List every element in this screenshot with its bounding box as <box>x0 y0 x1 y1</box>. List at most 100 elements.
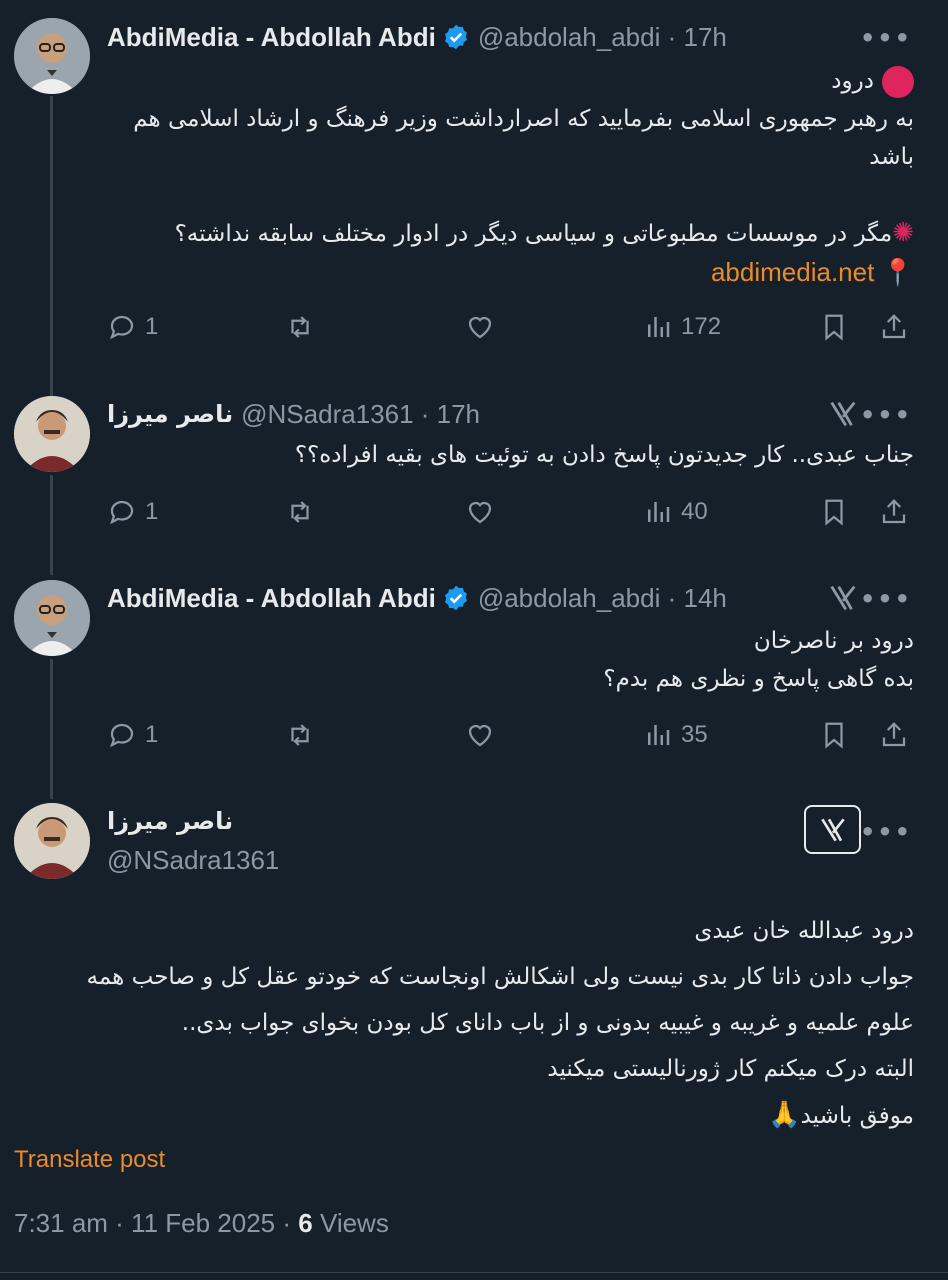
tweet-text: درود عبدالله خان عبدی جواب دادن ذاتا کار… <box>14 908 914 1139</box>
anger-emoji: ✺ <box>892 218 914 248</box>
red-circle-emoji <box>882 65 914 98</box>
thread-line <box>50 659 53 799</box>
views-count[interactable]: 6 <box>298 1208 312 1238</box>
handle[interactable]: @NSadra1361 <box>107 842 279 878</box>
tweet-text: جناب عبدی.. کار جدیدتون پاسخ دادن به توئ… <box>107 436 914 474</box>
text-line: بده گاهی پاسخ و نظری هم بدم؟ <box>603 666 914 692</box>
avatar[interactable] <box>14 396 90 472</box>
pin-emoji: 📍 <box>881 258 914 288</box>
website-link[interactable]: abdimedia.net <box>711 257 874 287</box>
handle-and-time[interactable]: @abdolah_abdi · 17h <box>478 22 727 53</box>
reply-button[interactable]: 1 <box>107 720 158 750</box>
bookmark-button[interactable] <box>819 312 849 342</box>
heart-icon <box>468 724 492 747</box>
views-chart-icon <box>648 317 670 337</box>
grok-icon[interactable] <box>826 581 860 615</box>
retweet-button[interactable] <box>285 720 315 750</box>
handle-and-time[interactable]: @abdolah_abdi · 14h <box>478 583 727 614</box>
text-line: درود <box>107 62 914 100</box>
text-line: ✺مگر در موسسات مطبوعاتی و سیاسی دیگر در … <box>174 218 914 248</box>
reply-button[interactable]: 1 <box>107 497 158 527</box>
text-line: موفق باشید🙏 <box>768 1100 914 1130</box>
display-name[interactable]: AbdiMedia - Abdollah Abdi <box>107 22 436 53</box>
heart-icon <box>468 501 492 524</box>
tweet-actions: 1 172 <box>107 312 914 352</box>
text-line: 📍 abdimedia.net <box>107 253 914 293</box>
more-options-icon[interactable]: ••• <box>860 818 912 846</box>
views-button[interactable]: 40 <box>643 497 708 527</box>
display-name[interactable]: ناصر میرزا <box>107 400 233 428</box>
verified-badge-icon <box>444 585 467 611</box>
tweet-text: درود به رهبر جمهوری اسلامی بفرمایید که ا… <box>107 62 914 293</box>
text-line: درود عبدالله خان عبدی <box>694 918 914 944</box>
folded-hands-emoji: 🙏 <box>768 1100 801 1130</box>
share-button[interactable] <box>879 720 909 750</box>
avatar[interactable] <box>14 580 90 656</box>
text-line: درود بر ناصرخان <box>753 628 914 654</box>
views-label: Views <box>312 1208 389 1238</box>
share-button[interactable] <box>879 312 909 342</box>
tweet-header: ناصر میرزا @NSadra1361 · 17h <box>107 394 480 434</box>
avatar[interactable] <box>14 18 90 94</box>
thread-line <box>50 475 53 575</box>
share-icon <box>882 722 906 747</box>
more-options-icon[interactable]: ••• <box>860 585 912 613</box>
tweet-header: AbdiMedia - Abdollah Abdi @abdolah_abdi … <box>107 578 727 618</box>
views-button[interactable]: 172 <box>643 312 721 342</box>
share-icon <box>882 314 906 339</box>
tweet-text: درود بر ناصرخان بده گاهی پاسخ و نظری هم … <box>107 622 914 698</box>
grok-button[interactable] <box>804 805 861 854</box>
bookmark-button[interactable] <box>819 720 849 750</box>
reply-icon <box>110 723 134 748</box>
thread-line <box>50 96 53 396</box>
text-line: جواب دادن ذاتا کار بدی نیست ولی اشکالش ا… <box>86 964 914 990</box>
views-chart-icon <box>648 725 670 745</box>
display-name[interactable]: ناصر میرزا <box>107 804 233 838</box>
like-button[interactable] <box>465 720 495 750</box>
display-name[interactable]: AbdiMedia - Abdollah Abdi <box>107 583 436 614</box>
reply-count: 1 <box>145 498 159 525</box>
tweet-header: AbdiMedia - Abdollah Abdi @abdolah_abdi … <box>107 17 727 57</box>
more-options-icon[interactable]: ••• <box>860 401 912 429</box>
views-count: 40 <box>681 498 708 525</box>
grok-icon[interactable] <box>826 397 860 431</box>
grok-icon <box>820 818 845 841</box>
timestamp[interactable]: 7:31 am · 11 Feb 2025 · <box>14 1208 298 1238</box>
share-icon <box>882 499 906 524</box>
bookmark-icon <box>825 499 843 526</box>
handle-and-time[interactable]: @NSadra1361 · 17h <box>241 399 480 430</box>
reply-icon <box>110 500 134 525</box>
reply-button[interactable]: 1 <box>107 312 158 342</box>
tweet-actions: 1 35 <box>107 720 914 760</box>
reply-icon <box>110 315 134 340</box>
divider <box>0 1272 948 1273</box>
views-count: 172 <box>681 313 722 340</box>
retweet-button[interactable] <box>285 497 315 527</box>
text-line <box>107 176 914 214</box>
views-count: 35 <box>681 721 708 748</box>
retweet-button[interactable] <box>285 312 315 342</box>
retweet-icon <box>291 316 309 338</box>
bookmark-icon <box>825 314 843 341</box>
bookmark-button[interactable] <box>819 497 849 527</box>
like-button[interactable] <box>465 497 495 527</box>
text-line: جناب عبدی.. کار جدیدتون پاسخ دادن به توئ… <box>294 442 914 468</box>
more-options-icon[interactable]: ••• <box>860 24 912 52</box>
translate-post-link[interactable]: Translate post <box>14 1146 165 1174</box>
share-button[interactable] <box>879 497 909 527</box>
verified-badge-icon <box>444 24 467 50</box>
heart-icon <box>468 316 492 339</box>
text-line: البته درک میکنم کار ژورنالیستی میکنید <box>547 1056 914 1082</box>
reply-count: 1 <box>145 313 159 340</box>
post-meta: 7:31 am · 11 Feb 2025 · 6 Views <box>14 1208 389 1239</box>
views-chart-icon <box>648 502 670 522</box>
like-button[interactable] <box>465 312 495 342</box>
views-button[interactable]: 35 <box>643 720 708 750</box>
text-line: باشد <box>869 144 914 170</box>
retweet-icon <box>291 501 309 523</box>
avatar[interactable] <box>14 803 90 879</box>
retweet-icon <box>291 724 309 746</box>
text-line: علوم علمیه و غریبه و غیبیه بدونی و از با… <box>181 1010 914 1036</box>
tweet-actions: 1 40 <box>107 497 914 537</box>
reply-count: 1 <box>145 721 159 748</box>
